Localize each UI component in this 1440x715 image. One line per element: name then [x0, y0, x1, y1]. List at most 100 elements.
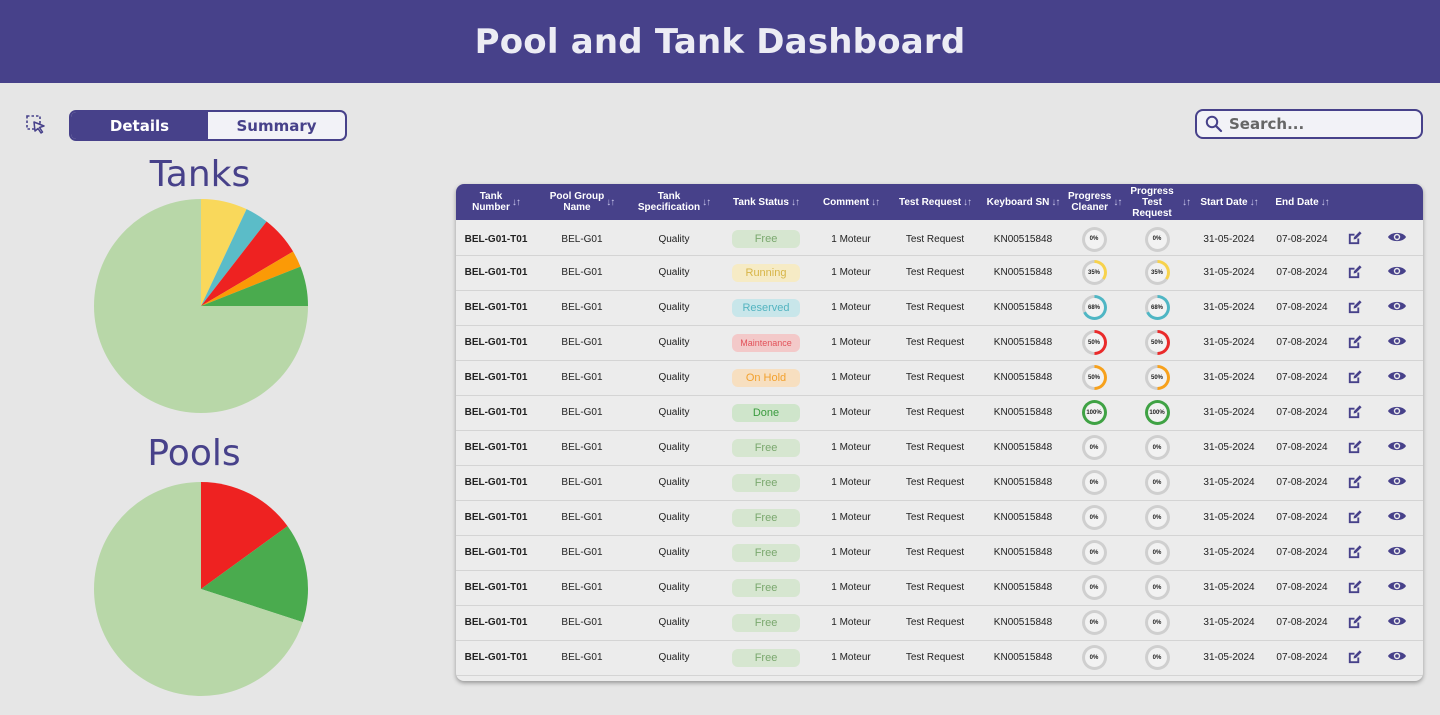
tanks-table: Tank Number ↓↑ Pool Group Name ↓↑ Tank Specific…	[456, 184, 1423, 676]
tanks-table-card: Tank Number ↓↑ Pool Group Name ↓↑ Tank Specific…	[456, 184, 1423, 681]
table-row[interactable]: BEL-G01-T01 BEL-G01 Quality Running 1 Moteur…	[456, 255, 1423, 290]
tank-status-cell: Free	[720, 570, 812, 605]
tank-status-cell: Maintenance	[720, 325, 812, 360]
keyboard-sn-cell: KN00515848	[993, 337, 1053, 348]
edit-icon[interactable]	[1345, 579, 1363, 597]
eye-icon[interactable]	[1387, 299, 1407, 317]
test-request-cell: Test Request	[905, 233, 965, 245]
edit-icon[interactable]	[1345, 439, 1363, 457]
details-tab-button[interactable]: Details	[71, 112, 208, 139]
edit-icon[interactable]	[1345, 369, 1363, 387]
view-cell	[1370, 605, 1423, 640]
comment-cell: 1 Moteur	[831, 302, 871, 313]
sort-icon[interactable]: ↓↑	[512, 197, 521, 208]
eye-icon[interactable]	[1387, 544, 1407, 562]
progress-ring: 0%	[1144, 226, 1170, 252]
keyboard-sn-cell: KN00515848	[993, 477, 1053, 488]
eye-icon[interactable]	[1387, 404, 1407, 422]
table-row[interactable]: BEL-G01-T01 BEL-G01 Quality Reserved 1 Moteu…	[456, 290, 1423, 325]
table-row[interactable]: BEL-G01-T01 BEL-G01 Quality Free 1 Moteur Tes…	[456, 605, 1423, 640]
table-row[interactable]: BEL-G01-T01 BEL-G01 Quality Free 1 Moteur Tes…	[456, 535, 1423, 570]
edit-icon[interactable]	[1345, 544, 1363, 562]
sort-icon[interactable]: ↓↑	[606, 197, 615, 208]
table-row[interactable]: BEL-G01-T01 BEL-G01 Quality Free 1 Moteur Tes…	[456, 465, 1423, 500]
pool-group-cell: BEL-G01	[561, 337, 603, 348]
sort-icon[interactable]: ↓↑	[702, 197, 711, 208]
sort-icon[interactable]: ↓↑	[1321, 197, 1330, 208]
edit-icon[interactable]	[1345, 404, 1363, 422]
table-row[interactable]: BEL-G01-T01 BEL-G01 Quality Free 1 Moteur Tes…	[456, 430, 1423, 465]
eye-icon[interactable]	[1387, 264, 1407, 282]
view-cell	[1370, 535, 1423, 570]
edit-icon[interactable]	[1345, 264, 1363, 282]
search-input[interactable]	[1229, 115, 1419, 133]
edit-icon[interactable]	[1345, 649, 1363, 667]
eye-icon[interactable]	[1387, 334, 1407, 352]
start-date-cell: 31-05-2024	[1203, 582, 1255, 593]
sort-icon[interactable]: ↓↑	[963, 197, 972, 208]
progress-cleaner-cell: 0%	[1066, 430, 1122, 465]
tank-status-cell: Free	[720, 605, 812, 640]
edit-icon[interactable]	[1345, 614, 1363, 632]
column-header[interactable]: Tank Status ↓↑	[720, 184, 812, 220]
progress-ring: 0%	[1144, 645, 1170, 670]
edit-icon[interactable]	[1345, 299, 1363, 317]
progress-label: 68%	[1147, 298, 1167, 317]
edit-cell	[1338, 535, 1370, 570]
edit-icon[interactable]	[1345, 474, 1363, 492]
view-cell	[1370, 640, 1423, 675]
sort-icon[interactable]: ↓↑	[871, 197, 880, 208]
progress-ring: 0%	[1081, 470, 1107, 495]
edit-icon[interactable]	[1345, 230, 1363, 248]
progress-label: 0%	[1147, 543, 1167, 562]
keyboard-sn-cell: KN00515848	[993, 233, 1053, 245]
sort-icon[interactable]: ↓↑	[1113, 197, 1122, 208]
column-header[interactable]: Comment ↓↑	[812, 184, 890, 220]
tank-status-cell: Free	[720, 220, 812, 255]
eye-icon[interactable]	[1387, 474, 1407, 492]
table-row[interactable]: BEL-G01-T01 BEL-G01 Quality On Hold 1 Moteur…	[456, 360, 1423, 395]
actions-header	[1338, 184, 1370, 220]
edit-icon[interactable]	[1345, 509, 1363, 527]
eye-icon[interactable]	[1387, 614, 1407, 632]
eye-icon[interactable]	[1387, 579, 1407, 597]
table-row[interactable]: BEL-G01-T01 BEL-G01 Quality Free 1 Moteur Tes…	[456, 500, 1423, 535]
column-header[interactable]: Pool Group Name ↓↑	[536, 184, 628, 220]
tank-status-cell: Reserved	[720, 290, 812, 325]
progress-ring: 0%	[1081, 610, 1107, 635]
table-row[interactable]: BEL-G01-T01 BEL-G01 Quality Done 1 Moteur Tes…	[456, 395, 1423, 430]
column-header[interactable]: Test Request ↓↑	[890, 184, 980, 220]
sort-icon[interactable]: ↓↑	[1051, 197, 1060, 208]
table-row[interactable]: BEL-G01-T01 BEL-G01 Quality Maintenance 1 Mo…	[456, 325, 1423, 360]
column-header[interactable]: Progress Test Request ↓↑	[1122, 184, 1192, 220]
tank-spec-cell: Quality	[658, 233, 690, 245]
column-header[interactable]: Start Date ↓↑	[1192, 184, 1266, 220]
sort-icon[interactable]: ↓↑	[791, 197, 800, 208]
table-row[interactable]: BEL-G01-T01 BEL-G01 Quality Free 1 Moteur Tes…	[456, 220, 1423, 255]
sort-icon[interactable]: ↓↑	[1182, 197, 1191, 208]
eye-icon[interactable]	[1387, 369, 1407, 387]
keyboard-sn-cell: KN00515848	[993, 652, 1053, 663]
eye-icon[interactable]	[1387, 649, 1407, 667]
table-row[interactable]: BEL-G01-T01 BEL-G01 Quality Free 1 Moteur Tes…	[456, 570, 1423, 605]
column-header[interactable]: Tank Specification ↓↑	[628, 184, 720, 220]
column-header[interactable]: Progress Cleaner ↓↑	[1066, 184, 1122, 220]
column-header-label: Start Date	[1200, 196, 1248, 208]
eye-icon[interactable]	[1387, 439, 1407, 457]
table-row[interactable]: BEL-G01-T01 BEL-G01 Quality Free 1 Moteur Tes…	[456, 640, 1423, 675]
pointer-select-icon[interactable]	[25, 114, 47, 136]
pool-group-cell: BEL-G01	[561, 233, 603, 245]
summary-tab-button[interactable]: Summary	[208, 112, 345, 139]
eye-icon[interactable]	[1387, 509, 1407, 527]
edit-icon[interactable]	[1345, 334, 1363, 352]
column-header[interactable]: End Date ↓↑	[1266, 184, 1338, 220]
progress-label: 0%	[1084, 648, 1104, 667]
column-header[interactable]: Tank Number ↓↑	[456, 184, 536, 220]
status-badge: Free	[732, 543, 800, 562]
tank-status-cell: On Hold	[720, 360, 812, 395]
eye-icon[interactable]	[1387, 230, 1407, 248]
edit-cell	[1338, 500, 1370, 535]
column-header[interactable]: Keyboard SN ↓↑	[980, 184, 1066, 220]
progress-cleaner-cell: 35%	[1066, 255, 1122, 290]
sort-icon[interactable]: ↓↑	[1250, 197, 1259, 208]
